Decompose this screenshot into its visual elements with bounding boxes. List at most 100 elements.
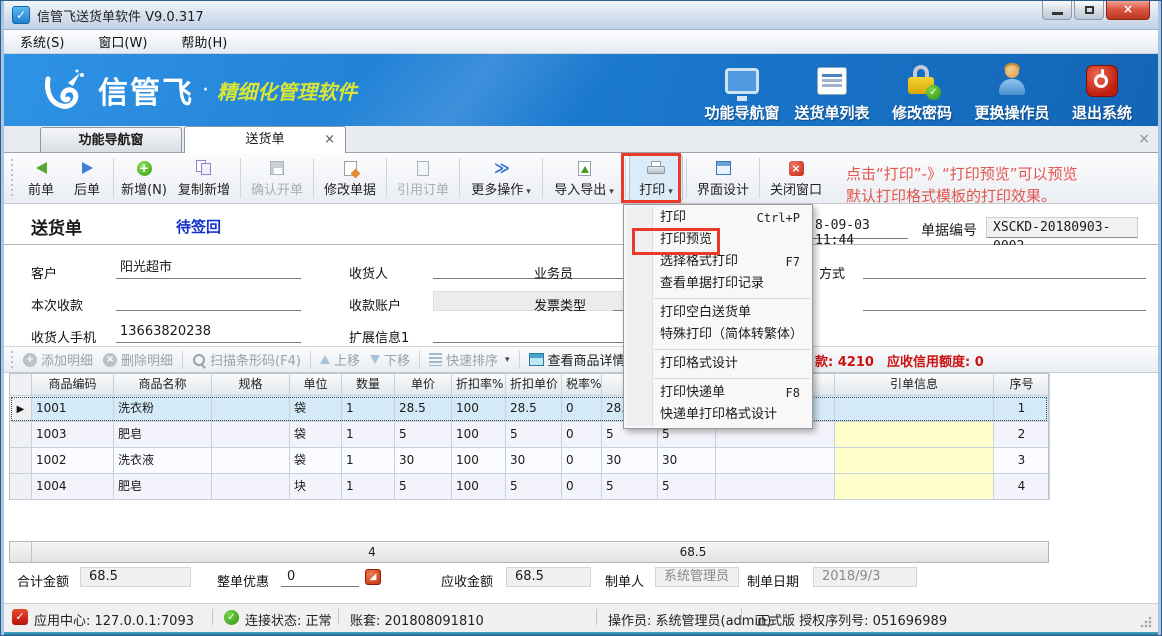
tab-close-icon[interactable]: ×	[324, 127, 335, 152]
summary-bar: 4 68.5	[9, 541, 1049, 563]
doc-status-badge: 待签回	[176, 216, 221, 237]
col-price[interactable]: 单价	[395, 374, 452, 396]
sort-icon	[429, 353, 442, 366]
grid-header-row: 商品编码 商品名称 规格 单位 数量 单价 折扣率% 折扣单价 税率% 引单信息…	[10, 374, 1048, 396]
col-code[interactable]: 商品编码	[32, 374, 114, 396]
discount-label: 整单优惠	[217, 571, 269, 590]
col-seq[interactable]: 序号	[994, 374, 1050, 396]
confirm-button[interactable]: 确认开单	[244, 155, 310, 201]
extra-right-field[interactable]	[863, 289, 1146, 311]
import-export-icon	[578, 161, 591, 176]
phone-field[interactable]: 13663820238	[116, 321, 301, 343]
window-bottom-edge	[1, 632, 1161, 636]
menu-system[interactable]: 系统(S)	[16, 30, 68, 53]
menu-item-print[interactable]: 打印 Ctrl+P	[624, 207, 812, 229]
menu-item-print-blank[interactable]: 打印空白送货单	[624, 302, 812, 324]
menu-item-print-express[interactable]: 打印快递单 F8	[624, 382, 812, 404]
receiver-label: 收货人	[349, 263, 388, 282]
nav-window-button[interactable]: 功能导航窗	[700, 62, 784, 123]
menu-item-select-format-print[interactable]: 选择格式打印 F7	[624, 251, 812, 273]
close-button[interactable]: ×	[1106, 1, 1150, 20]
table-icon	[529, 353, 544, 366]
delivery-list-button[interactable]: 送货单列表	[790, 62, 874, 123]
next-doc-button[interactable]: 后单	[64, 155, 110, 201]
menu-window[interactable]: 窗口(W)	[94, 30, 151, 53]
table-row[interactable]: ▶ 1001 洗衣粉 袋 1 28.5 100 28.5 0 28.5 1	[10, 396, 1048, 422]
layout-icon	[716, 161, 731, 175]
change-password-button[interactable]: ✓ 修改密码	[880, 62, 964, 123]
quick-sort-button[interactable]: 快速排序▾	[429, 350, 510, 369]
exit-system-button[interactable]: 退出系统	[1060, 62, 1144, 123]
plus-icon: +	[137, 161, 152, 176]
menu-help[interactable]: 帮助(H)	[177, 30, 231, 53]
brand-slogan: 精细化管理软件	[217, 76, 357, 105]
minimize-button[interactable]	[1042, 1, 1072, 20]
move-down-button[interactable]: 下移	[370, 350, 410, 369]
col-rate[interactable]: 折扣率%	[452, 374, 506, 396]
detail-toolbar: +添加明细 ×删除明细 扫描条形码(F4) 上移 下移 快速排序▾ 查看商品详情	[4, 346, 1158, 373]
prev-doc-button[interactable]: 前单	[18, 155, 64, 201]
tab-delivery-order[interactable]: 送货单 ×	[184, 126, 346, 153]
restore-button[interactable]	[1074, 1, 1104, 20]
receiver-field[interactable]	[433, 257, 626, 279]
annotation-line1: 点击“打印”-》“打印预览”可以预览	[846, 163, 1162, 185]
col-qty[interactable]: 数量	[342, 374, 395, 396]
summary-amount-total: 68.5	[658, 542, 728, 562]
account-label: 收款账户	[349, 295, 401, 314]
switch-operator-button[interactable]: 更换操作员	[970, 62, 1054, 123]
resize-grip[interactable]	[1141, 617, 1152, 628]
strip-close-icon[interactable]: ×	[1138, 131, 1150, 147]
arrow-left-icon	[36, 162, 47, 174]
tab-nav-window[interactable]: 功能导航窗	[40, 127, 182, 153]
new-button[interactable]: + 新增(N)	[117, 155, 171, 201]
document-icon	[417, 161, 429, 176]
col-unit[interactable]: 单位	[290, 374, 342, 396]
status-connection: 连接状态: 正常	[245, 610, 332, 629]
customer-field[interactable]: 阳光超市	[116, 257, 301, 279]
tab-strip: 功能导航窗 送货单 × ×	[4, 126, 1158, 153]
status-app-center: 应用中心: 127.0.0.1:7093	[34, 610, 194, 629]
import-export-button[interactable]: 导入导出▾	[546, 155, 622, 201]
app-window: ✓ 信管飞送货单软件 V9.0.317 × 系统(S) 窗口(W) 帮助(H) …	[0, 0, 1162, 636]
chevron-down-icon: ▾	[668, 187, 673, 197]
arrow-down-icon	[370, 355, 380, 364]
payment-label: 本次收款	[31, 295, 83, 314]
modify-button[interactable]: 修改单据	[317, 155, 383, 201]
phone-label: 收货人手机	[31, 327, 96, 346]
move-up-button[interactable]: 上移	[320, 350, 360, 369]
more-actions-button[interactable]: ≫ 更多操作▾	[463, 155, 539, 201]
col-ref[interactable]: 引单信息	[835, 374, 994, 396]
lock-icon: ✓	[907, 65, 937, 97]
col-dprice[interactable]: 折扣单价	[506, 374, 562, 396]
menu-item-view-print-log[interactable]: 查看单据打印记录	[624, 273, 812, 295]
menu-item-print-preview[interactable]: 打印预览	[624, 229, 812, 251]
status-logo-icon: ✓	[12, 609, 28, 625]
menu-item-special-print[interactable]: 特殊打印（简体转繁体）	[624, 324, 812, 346]
payment-field[interactable]	[116, 289, 301, 311]
col-tax[interactable]: 税率%	[562, 374, 602, 396]
window-border-right	[1158, 1, 1161, 635]
col-spec[interactable]: 规格	[212, 374, 290, 396]
delete-detail-button[interactable]: ×删除明细	[103, 350, 173, 369]
window-title: 信管飞送货单软件 V9.0.317	[37, 6, 204, 25]
scan-barcode-button[interactable]: 扫描条形码(F4)	[192, 350, 301, 369]
view-product-button[interactable]: 查看商品详情	[529, 350, 626, 369]
discount-field[interactable]: 0	[281, 567, 359, 587]
discount-tool-icon[interactable]: ◢	[365, 569, 381, 585]
status-bar: ✓ 应用中心: 127.0.0.1:7093 ✓ 连接状态: 正常 账套: 20…	[4, 603, 1158, 632]
table-row[interactable]: 1004 肥皂 块 1 5 100 5 0 5 5 4	[10, 474, 1048, 500]
power-icon	[1086, 65, 1118, 97]
col-name[interactable]: 商品名称	[114, 374, 212, 396]
ui-design-button[interactable]: 界面设计	[690, 155, 756, 201]
refer-order-button[interactable]: 引用订单	[390, 155, 456, 201]
mode-field[interactable]	[863, 257, 1146, 279]
close-window-button[interactable]: × 关闭窗口	[763, 155, 829, 201]
add-detail-button[interactable]: +添加明细	[23, 350, 93, 369]
copy-new-button[interactable]: 复制新增	[171, 155, 237, 201]
menu-item-print-format-design[interactable]: 打印格式设计	[624, 353, 812, 375]
table-row[interactable]: 1003 肥皂 袋 1 5 100 5 0 5 5 2	[10, 422, 1048, 448]
ext1-field[interactable]	[433, 321, 626, 343]
table-row[interactable]: 1002 洗衣液 袋 1 30 100 30 0 30 30 3	[10, 448, 1048, 474]
menu-item-express-format-design[interactable]: 快递单打印格式设计	[624, 404, 812, 426]
print-button[interactable]: 打印▾	[629, 155, 683, 201]
